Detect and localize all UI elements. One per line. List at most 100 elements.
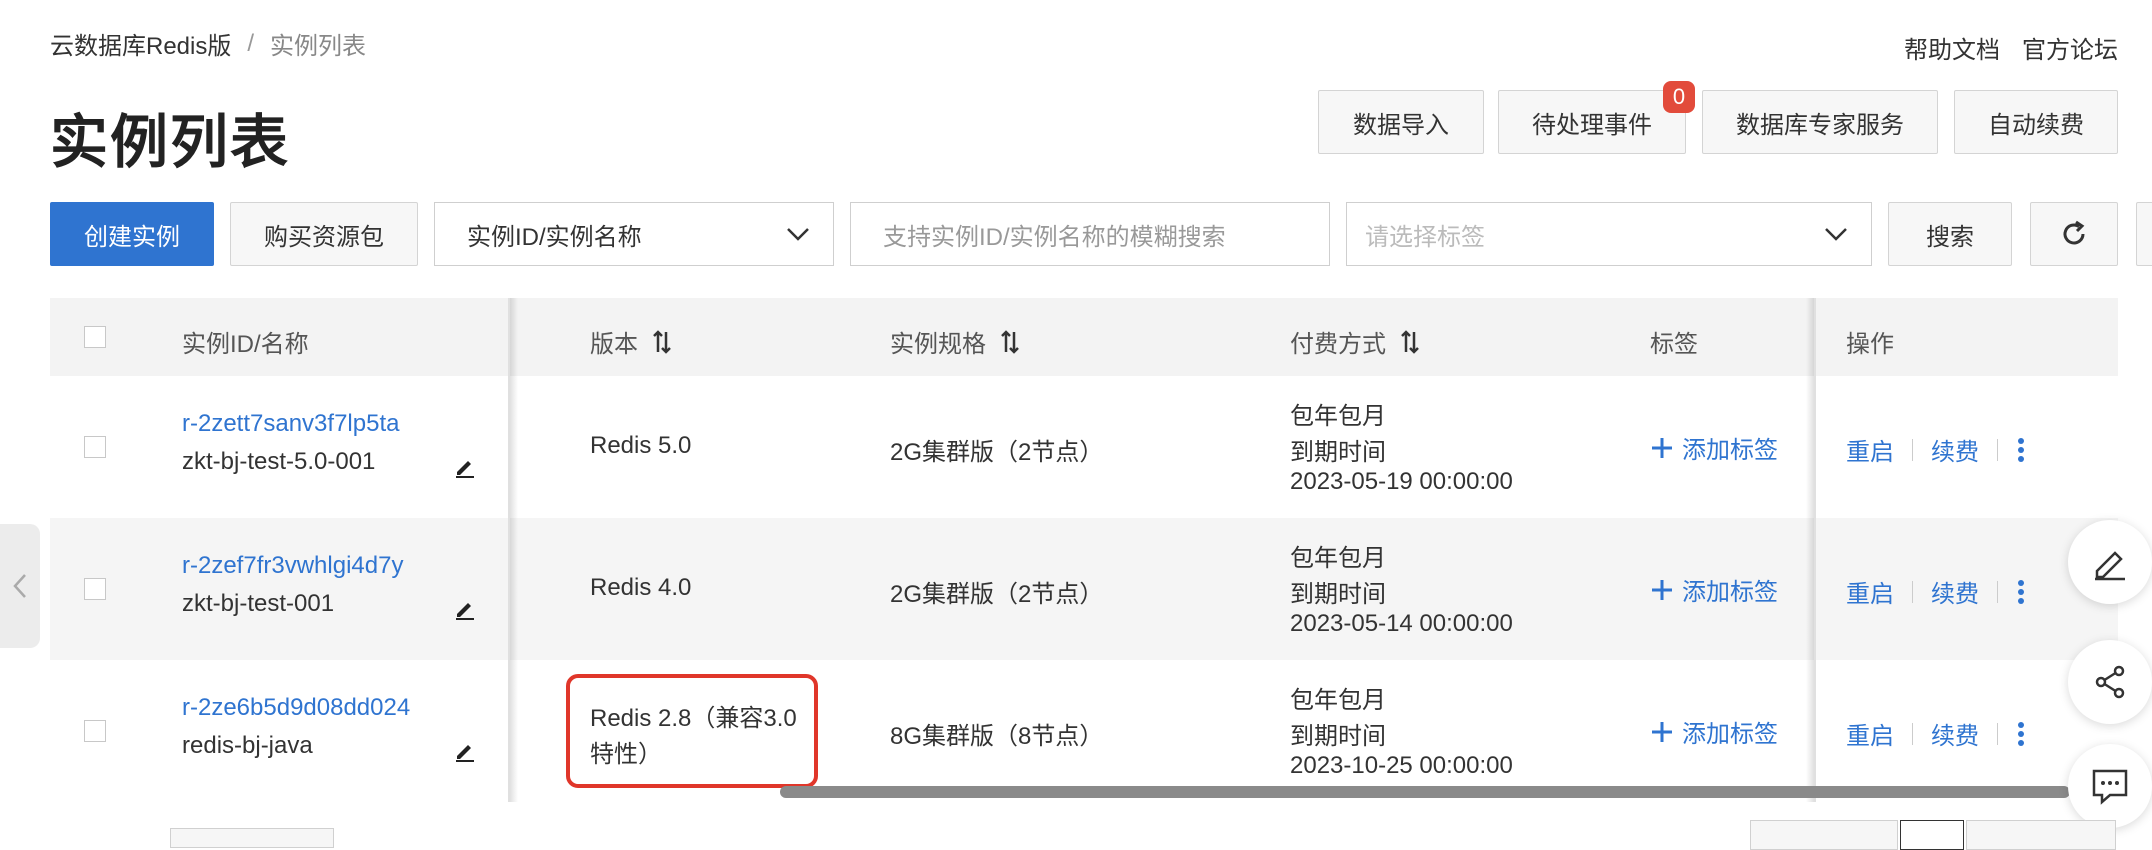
edit-icon[interactable] xyxy=(454,598,476,620)
search-button-label: 搜索 xyxy=(1926,223,1974,251)
search-input[interactable]: 支持实例ID/实例名称的模糊搜索 xyxy=(850,202,1330,266)
header-tags-label: 标签 xyxy=(1650,331,1698,358)
spec-value: 2G集群版（2节点） xyxy=(890,581,1104,608)
action-divider xyxy=(1997,438,1998,461)
expire-time: 2023-05-14 00:00:00 xyxy=(1290,610,1513,637)
header-billing[interactable]: 付费方式 xyxy=(1290,324,1420,359)
instance-id-link[interactable]: r-2zef7fr3vwhlgi4d7y xyxy=(182,552,403,580)
add-tag-link[interactable]: 添加标签 xyxy=(1650,714,1778,749)
create-instance-label: 创建实例 xyxy=(84,223,180,251)
row-checkbox[interactable] xyxy=(84,720,106,742)
pagination-next[interactable] xyxy=(1966,820,2116,850)
sidebar-collapse-tab[interactable] xyxy=(0,524,40,648)
restart-link[interactable]: 重启 xyxy=(1846,574,1894,609)
sort-icon[interactable] xyxy=(1400,329,1420,354)
row-actions: 重启 续费 xyxy=(1846,574,2026,609)
chevron-left-icon xyxy=(13,574,26,598)
select-all-checkbox[interactable] xyxy=(84,326,106,348)
settings-button[interactable] xyxy=(2136,202,2152,266)
table-horizontal-scrollbar[interactable] xyxy=(780,786,2070,798)
instance-table: 实例ID/名称 版本 实例规格 付费方式 标签 操作 r-2zett7sanv3… xyxy=(50,298,2118,802)
auto-renew-label: 自动续费 xyxy=(1988,111,2084,139)
renew-link[interactable]: 续费 xyxy=(1931,716,1979,751)
add-tag-label: 添加标签 xyxy=(1682,721,1778,748)
db-expert-service-button[interactable]: 数据库专家服务 xyxy=(1702,90,1938,154)
header-billing-label: 付费方式 xyxy=(1290,331,1386,358)
breadcrumb-current: 实例列表 xyxy=(270,33,367,60)
renew-link[interactable]: 续费 xyxy=(1931,574,1979,609)
more-vertical-icon[interactable] xyxy=(2016,579,2026,605)
add-tag-link[interactable]: 添加标签 xyxy=(1650,572,1778,607)
spec-value: 2G集群版（2节点） xyxy=(890,439,1104,466)
breadcrumb: 云数据库Redis版 / 实例列表 xyxy=(50,26,366,61)
row-actions: 重启 续费 xyxy=(1846,432,2026,467)
buy-resource-pack-button[interactable]: 购买资源包 xyxy=(230,202,418,266)
help-docs-link[interactable]: 帮助文档 xyxy=(1904,30,2000,65)
share-icon xyxy=(2095,665,2125,699)
row-checkbox[interactable] xyxy=(84,578,106,600)
pagination-page-1[interactable] xyxy=(1900,820,1964,850)
instance-name: zkt-bj-test-001 xyxy=(182,590,335,617)
action-divider xyxy=(1997,722,1998,745)
header-actions-label: 操作 xyxy=(1846,331,1894,358)
header-spec[interactable]: 实例规格 xyxy=(890,324,1020,359)
action-divider xyxy=(1912,580,1913,603)
refresh-button[interactable] xyxy=(2030,202,2118,266)
more-vertical-icon[interactable] xyxy=(2016,721,2026,747)
share-button[interactable] xyxy=(2068,640,2152,724)
filter-field-select[interactable]: 实例ID/实例名称 xyxy=(434,202,834,266)
top-links: 帮助文档 官方论坛 xyxy=(1904,30,2118,65)
version-value: Redis 5.0 xyxy=(590,432,692,459)
tag-select[interactable]: 请选择标签 xyxy=(1346,202,1872,266)
header-tags: 标签 xyxy=(1650,324,1698,359)
plus-icon xyxy=(1652,721,1672,742)
action-divider xyxy=(1997,580,1998,603)
action-divider xyxy=(1912,722,1913,745)
search-button[interactable]: 搜索 xyxy=(1888,202,2012,266)
renew-link[interactable]: 续费 xyxy=(1931,432,1979,467)
instance-name: zkt-bj-test-5.0-001 xyxy=(182,448,376,475)
instance-name: redis-bj-java xyxy=(182,732,313,759)
pagination-prev[interactable] xyxy=(1750,820,1898,850)
header-id-name-label: 实例ID/名称 xyxy=(182,331,309,358)
chevron-down-icon xyxy=(1825,228,1847,241)
feedback-edit-button[interactable] xyxy=(2068,520,2152,604)
restart-link[interactable]: 重启 xyxy=(1846,432,1894,467)
fixed-column-shadow xyxy=(1806,298,1814,802)
action-divider xyxy=(1912,438,1913,461)
row-actions: 重启 续费 xyxy=(1846,716,2026,751)
edit-icon[interactable] xyxy=(454,456,476,478)
data-import-button[interactable]: 数据导入 xyxy=(1318,90,1484,154)
row-checkbox[interactable] xyxy=(84,436,106,458)
expire-label: 到期时间 xyxy=(1290,581,1386,608)
chat-button[interactable] xyxy=(2068,744,2152,828)
pending-events-button[interactable]: 待处理事件 0 xyxy=(1498,81,1695,154)
sort-icon[interactable] xyxy=(1000,329,1020,354)
instance-id-link[interactable]: r-2zett7sanv3f7lp5ta xyxy=(182,410,399,438)
buy-resource-pack-label: 购买资源包 xyxy=(264,223,384,251)
breadcrumb-root[interactable]: 云数据库Redis版 xyxy=(50,26,231,61)
plus-icon xyxy=(1652,579,1672,600)
add-tag-link[interactable]: 添加标签 xyxy=(1650,430,1778,465)
db-expert-service-label: 数据库专家服务 xyxy=(1736,111,1904,139)
plus-icon xyxy=(1652,437,1672,458)
header-version[interactable]: 版本 xyxy=(590,324,672,359)
header-id-name: 实例ID/名称 xyxy=(182,324,309,359)
billing-type: 包年包月 xyxy=(1290,545,1386,572)
edit-icon[interactable] xyxy=(454,740,476,762)
pending-count-badge: 0 xyxy=(1663,81,1695,113)
forum-link[interactable]: 官方论坛 xyxy=(2022,30,2118,65)
chat-icon xyxy=(2092,769,2128,805)
add-tag-label: 添加标签 xyxy=(1682,437,1778,464)
auto-renew-button[interactable]: 自动续费 xyxy=(1954,90,2118,154)
restart-link[interactable]: 重启 xyxy=(1846,716,1894,751)
page-size-select[interactable] xyxy=(170,828,334,848)
chevron-down-icon xyxy=(787,228,809,241)
instance-id-link[interactable]: r-2ze6b5d9d08dd024 xyxy=(182,694,410,722)
sort-icon[interactable] xyxy=(652,329,672,354)
more-vertical-icon[interactable] xyxy=(2016,437,2026,463)
fixed-column-shadow xyxy=(510,298,518,802)
header-version-label: 版本 xyxy=(590,331,638,358)
create-instance-button[interactable]: 创建实例 xyxy=(50,202,214,266)
tag-select-placeholder: 请选择标签 xyxy=(1365,223,1485,251)
